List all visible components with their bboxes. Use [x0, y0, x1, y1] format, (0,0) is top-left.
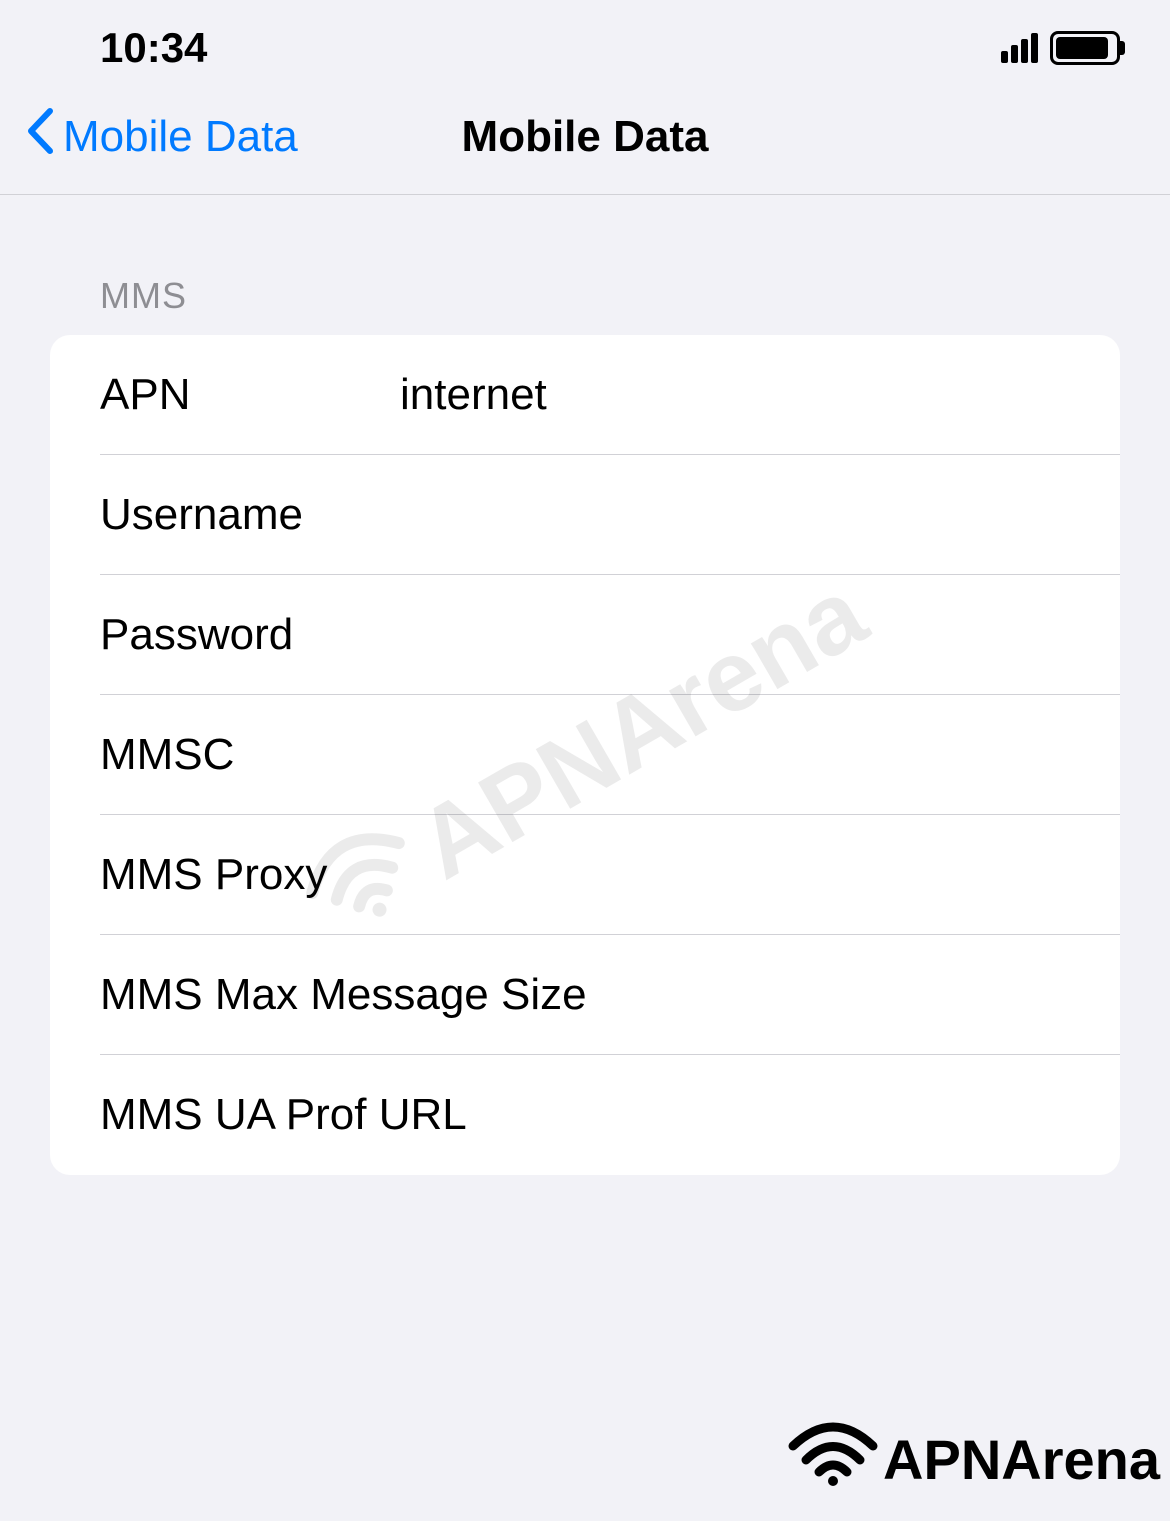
mmsc-row[interactable]: MMSC — [50, 695, 1120, 815]
page-title: Mobile Data — [462, 112, 709, 162]
mms-ua-prof-row[interactable]: MMS UA Prof URL — [50, 1055, 1120, 1175]
mms-max-size-input[interactable] — [587, 970, 1120, 1020]
password-label: Password — [100, 610, 400, 660]
apn-row[interactable]: APN — [50, 335, 1120, 455]
apn-label: APN — [100, 370, 400, 420]
apn-input[interactable] — [400, 370, 1120, 420]
mms-ua-prof-label: MMS UA Prof URL — [100, 1090, 467, 1140]
back-button[interactable]: Mobile Data — [25, 107, 298, 167]
chevron-back-icon — [25, 107, 55, 167]
mms-proxy-input[interactable] — [400, 850, 1120, 900]
password-row[interactable]: Password — [50, 575, 1120, 695]
username-input[interactable] — [400, 490, 1120, 540]
battery-icon — [1050, 31, 1120, 65]
status-bar: 10:34 — [0, 0, 1170, 90]
settings-group: APN Username Password MMSC MMS Proxy MMS… — [50, 335, 1120, 1175]
brand-text: APNArena — [883, 1427, 1160, 1492]
brand-footer: APNArena — [788, 1418, 1160, 1501]
navigation-bar: Mobile Data Mobile Data — [0, 90, 1170, 195]
mms-proxy-row[interactable]: MMS Proxy — [50, 815, 1120, 935]
mms-proxy-label: MMS Proxy — [100, 850, 400, 900]
wifi-icon — [788, 1418, 878, 1501]
status-indicators — [1001, 31, 1120, 65]
back-label: Mobile Data — [63, 112, 298, 162]
mms-max-size-row[interactable]: MMS Max Message Size — [50, 935, 1120, 1055]
password-input[interactable] — [400, 610, 1120, 660]
section-header: MMS — [50, 275, 1120, 335]
cellular-signal-icon — [1001, 33, 1038, 63]
mmsc-label: MMSC — [100, 730, 400, 780]
mms-max-size-label: MMS Max Message Size — [100, 970, 587, 1020]
mms-ua-prof-input[interactable] — [467, 1090, 1120, 1140]
username-label: Username — [100, 490, 400, 540]
status-time: 10:34 — [100, 24, 207, 72]
mmsc-input[interactable] — [400, 730, 1120, 780]
content-area: MMS APN Username Password MMSC MMS Proxy… — [0, 195, 1170, 1195]
username-row[interactable]: Username — [50, 455, 1120, 575]
